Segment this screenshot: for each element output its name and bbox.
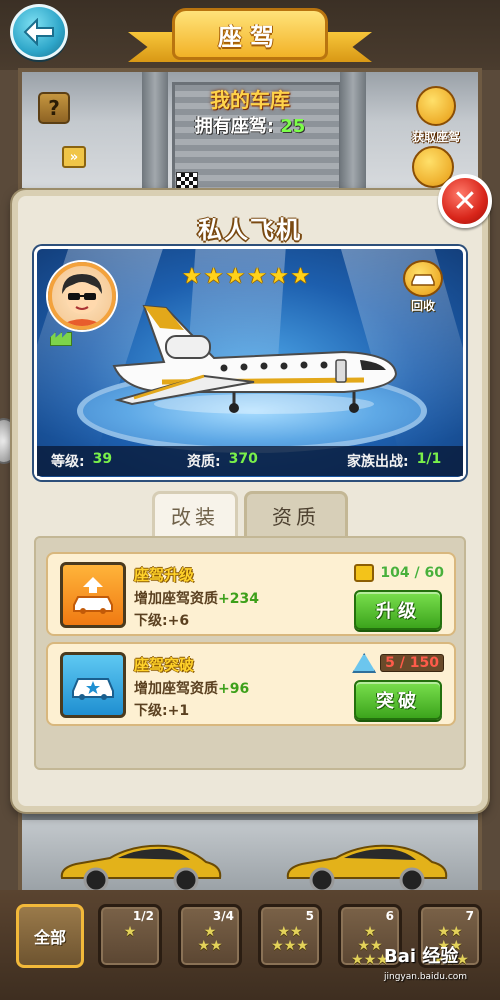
card-title: 座驾突破 — [134, 656, 195, 674]
back-button[interactable] — [10, 4, 68, 60]
filter-stars-5-button[interactable]: 5 ★★ ★★★ — [258, 904, 322, 968]
card-title: 座驾升级 — [134, 566, 195, 584]
watermark-url: jingyan.baidu.com — [384, 972, 468, 982]
card-next-level: 下级:+6 — [134, 613, 190, 629]
resource-count: 104 / 60 — [350, 562, 444, 584]
close-button[interactable]: ✕ — [438, 174, 492, 228]
vehicle-stats-bar: 等级: 39 资质: 370 家族出战: 1/1 — [37, 446, 463, 476]
checkered-flag-icon — [176, 172, 198, 192]
upgrade-button[interactable]: 升级 — [354, 590, 442, 630]
card-next-level: 下级:+1 — [134, 703, 190, 719]
filter-all-button[interactable]: 全部 — [16, 904, 84, 968]
modal-title: 私人飞机 — [198, 216, 302, 244]
upgrade-card: 座驾升级 增加座驾资质+234 下级:+6 104 / 60 升级 — [46, 552, 456, 636]
level-stat: 等级: 39 — [51, 451, 113, 470]
family-battle-stat: 家族出战: 1/1 — [347, 451, 442, 470]
close-icon: ✕ — [452, 183, 478, 219]
coin-icon — [354, 564, 375, 582]
breakthrough-button[interactable]: 突破 — [354, 680, 442, 720]
private-jet-icon — [112, 304, 398, 414]
car-breakthrough-icon — [60, 652, 126, 718]
star-icon: ★ ★★ — [197, 924, 223, 954]
owned-count: 拥有座驾: 25 — [194, 116, 306, 137]
recycle-button[interactable]: 回收 — [398, 260, 448, 314]
card-description: 增加座驾资质+234 — [134, 591, 259, 607]
wrench-icon — [416, 86, 456, 126]
expand-arrows-button[interactable]: » — [62, 146, 86, 168]
star-icon: ★ — [225, 264, 246, 289]
help-button[interactable]: ? — [38, 92, 70, 124]
tab-quality[interactable]: 资质 — [244, 491, 348, 537]
star-rating: ★ ★ ★ ★ ★ ★ — [182, 264, 310, 289]
star-icon: ★ — [123, 924, 137, 940]
resource-count: 5 / 150 — [350, 652, 444, 674]
star-icon: ★ — [182, 264, 202, 289]
page-title: 座驾 — [218, 22, 282, 51]
star-icon: ★ — [247, 264, 267, 289]
car-upgrade-icon — [60, 562, 126, 628]
car-icon — [403, 260, 443, 297]
star-icon: ★ — [268, 264, 289, 289]
garage-title: 我的车库 — [210, 88, 290, 112]
star-icon: ★★ ★★★ — [271, 924, 309, 954]
sports-car-icon[interactable] — [56, 840, 224, 892]
sports-car-icon[interactable] — [282, 840, 450, 892]
lexus-badge-icon — [352, 653, 377, 673]
title-ribbon: 座驾 — [128, 2, 372, 68]
card-description: 增加座驾资质+96 — [134, 681, 250, 697]
tab-modify[interactable]: 改装 — [152, 491, 238, 537]
star-icon: ★ — [290, 264, 311, 289]
quality-stat: 资质: 370 — [187, 451, 258, 470]
acquire-car-button[interactable]: 获取座驾 — [406, 86, 466, 146]
watermark-logo: Bai 经验 — [384, 946, 459, 967]
filter-stars-3-4-button[interactable]: 3/4 ★ ★★ — [178, 904, 242, 968]
arrow-left-icon — [23, 18, 54, 46]
breakthrough-card: 座驾突破 增加座驾资质+96 下级:+1 5 / 150 突破 — [46, 642, 456, 726]
star-icon: ★ — [203, 264, 224, 289]
filter-stars-1-2-button[interactable]: 1/2 ★ — [98, 904, 162, 968]
